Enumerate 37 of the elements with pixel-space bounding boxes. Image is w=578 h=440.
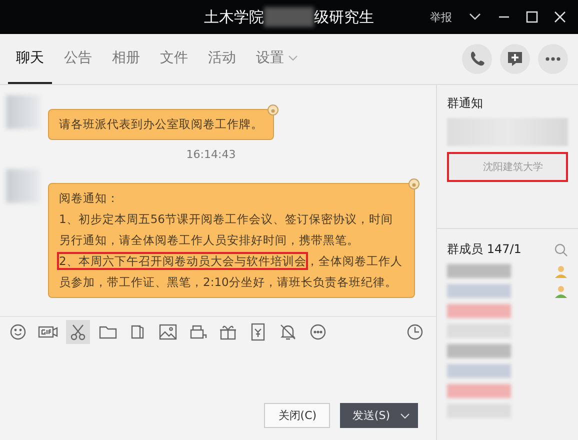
timestamp: 16:14:43 (186, 148, 236, 161)
members-heading: 群成员 147/1 (447, 241, 522, 258)
pixelated-avatar (6, 95, 40, 129)
tab[interactable]: 文件 (152, 34, 196, 84)
message-text: 请各班派代表到办公室取阅卷工作牌。 (59, 116, 263, 133)
window-title: 土木学院 (204, 8, 264, 26)
pixelated-area (447, 364, 511, 378)
pixelated-avatar (6, 169, 40, 203)
send-button[interactable]: 发送(S) (340, 403, 418, 428)
message-text: 1、初步定本周五56节课开阅卷工作会议、签订保密协议，时间另行通知，请全体阅卷工作人员安排好时间，携带黑笔。 (59, 211, 394, 249)
scissors-icon[interactable] (66, 320, 90, 344)
tab[interactable]: 活动 (200, 34, 244, 84)
tab[interactable]: 设置 (248, 34, 306, 84)
maximize-icon[interactable] (526, 11, 538, 23)
pixelated-area (447, 304, 511, 318)
report-link[interactable]: 举报 (430, 10, 452, 24)
add-message-button[interactable] (500, 44, 530, 74)
pixelated-area (447, 264, 511, 278)
close-icon[interactable] (554, 11, 566, 23)
chevron-down-icon[interactable] (468, 12, 482, 22)
close-button[interactable]: 关闭(C) (264, 403, 330, 428)
pixelated-area (447, 284, 511, 298)
pixelated-area (447, 384, 511, 398)
phone-button[interactable] (462, 44, 492, 74)
tab[interactable]: 公告 (56, 34, 100, 84)
message-text: 阅卷通知： (59, 190, 120, 207)
more-button[interactable] (538, 44, 568, 74)
notice-heading: 群通知 (447, 95, 484, 112)
history-clock-icon[interactable] (406, 323, 424, 341)
pixelated-area (264, 7, 314, 27)
window-title: 级研究生 (314, 8, 374, 26)
tab[interactable]: 相册 (104, 34, 148, 84)
person-icon (554, 284, 568, 298)
notice-text: 沈阳建筑大学 (447, 152, 568, 182)
person-icon (554, 264, 568, 278)
pixelated-area (447, 344, 511, 358)
message-text: 2、本周六下午召开阅卷动员大会与软件培训会，全体阅卷工作人员参加，带工作证、黑笔，2:10分坐好，请班长负责各班纪律。 (59, 253, 404, 291)
